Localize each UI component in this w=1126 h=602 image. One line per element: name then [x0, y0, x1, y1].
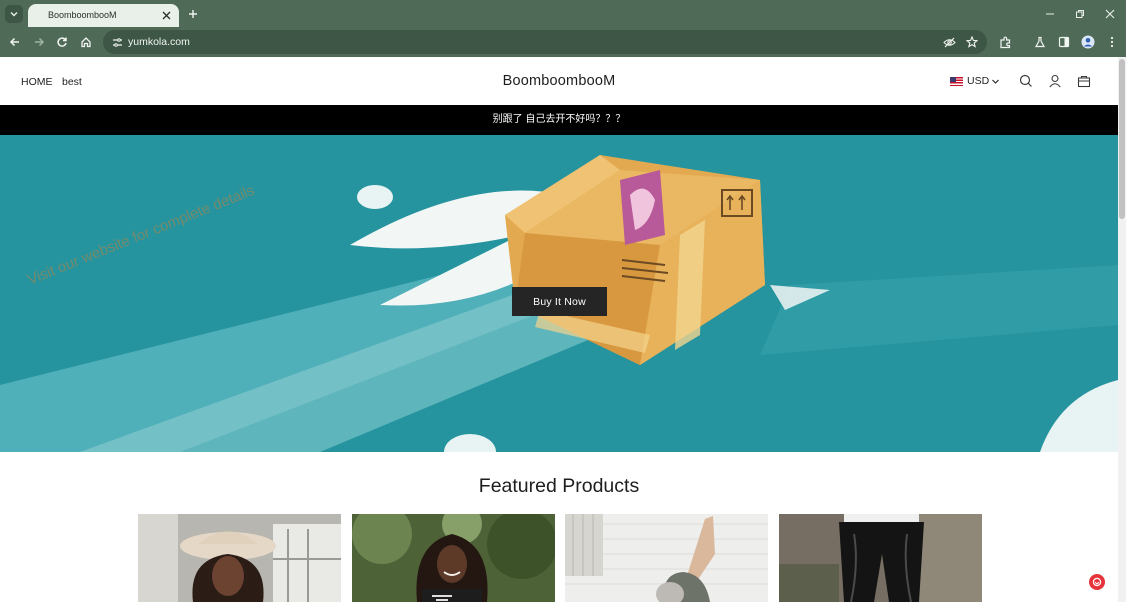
back-icon[interactable]	[6, 33, 24, 51]
hero-banner: Visit our website for complete details B…	[0, 135, 1118, 452]
close-window-icon[interactable]	[1102, 6, 1118, 22]
product-card-3[interactable]	[565, 514, 768, 602]
currency-selector[interactable]: USD	[950, 75, 1000, 87]
product-card-1[interactable]	[138, 514, 341, 602]
product-image-woman-waving-wall	[565, 514, 768, 602]
minimize-icon[interactable]	[1042, 6, 1058, 22]
labs-flask-icon[interactable]	[1031, 33, 1049, 51]
url-text: yumkola.com	[128, 36, 190, 48]
tab-search-icon[interactable]	[5, 5, 23, 23]
buy-it-now-button[interactable]: Buy It Now	[512, 287, 607, 316]
product-card-2[interactable]	[352, 514, 555, 602]
browser-tab[interactable]: BoomboombooM	[28, 4, 179, 27]
reload-icon[interactable]	[53, 33, 71, 51]
site-header: HOME best BoomboombooM USD	[0, 57, 1118, 105]
chevron-down-icon	[992, 79, 1000, 84]
profile-avatar-icon[interactable]	[1079, 33, 1097, 51]
web-page: HOME best BoomboombooM USD 别跟了 自己去开不好吗？？…	[0, 57, 1126, 602]
extensions-icon[interactable]	[996, 33, 1014, 51]
bookmark-star-icon[interactable]	[964, 34, 980, 50]
browser-tab-bar: BoomboombooM	[0, 0, 1126, 27]
account-icon[interactable]	[1047, 73, 1063, 89]
home-icon[interactable]	[77, 33, 95, 51]
product-image-woman-in-hat	[138, 514, 341, 602]
product-image-black-leggings	[779, 514, 982, 602]
chat-widget-icon[interactable]	[1089, 574, 1105, 590]
site-info-icon[interactable]	[109, 34, 125, 50]
tab-title: BoomboombooM	[48, 10, 117, 20]
announcement-bar: 别跟了 自己去开不好吗？？？	[0, 105, 1118, 135]
scrollbar-thumb[interactable]	[1119, 59, 1125, 219]
browser-menu-icon[interactable]	[1103, 33, 1121, 51]
new-tab-icon[interactable]	[185, 6, 201, 22]
us-flag-icon	[950, 76, 963, 86]
search-icon[interactable]	[1018, 73, 1034, 89]
product-card-4[interactable]	[779, 514, 982, 602]
eye-off-icon[interactable]	[941, 34, 957, 50]
page-scrollbar[interactable]	[1118, 57, 1126, 602]
currency-label: USD	[967, 75, 990, 87]
cart-bag-icon[interactable]	[1076, 73, 1092, 89]
close-tab-icon[interactable]	[159, 8, 173, 22]
forward-icon[interactable]	[30, 33, 48, 51]
side-panel-icon[interactable]	[1055, 33, 1073, 51]
featured-products-title: Featured Products	[478, 475, 640, 497]
product-grid	[138, 514, 982, 602]
restore-icon[interactable]	[1072, 6, 1088, 22]
address-bar[interactable]: yumkola.com	[103, 30, 987, 54]
browser-toolbar: yumkola.com	[0, 27, 1126, 57]
product-image-woman-smiling-trees	[352, 514, 555, 602]
